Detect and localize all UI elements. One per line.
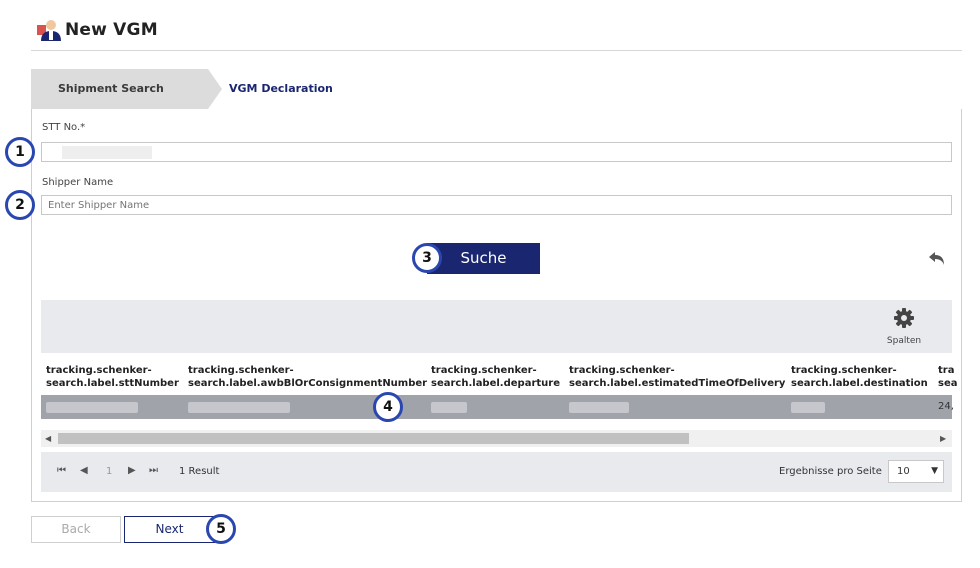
column-header-stt-number[interactable]: tracking.schenker- search.label.sttNumbe… [46, 364, 179, 390]
column-header-awb-bl[interactable]: tracking.schenker- search.label.awbBlOrC… [188, 364, 427, 390]
grid-toolbar: Spalten [41, 300, 952, 353]
horizontal-scrollbar[interactable]: ◀ ▶ [41, 430, 952, 447]
result-count: 1 Result [179, 466, 220, 477]
columns-label: Spalten [886, 336, 922, 346]
annotation-badge: 2 [5, 190, 35, 220]
page-title: New VGM [65, 20, 158, 40]
scroll-right-icon[interactable]: ▶ [940, 434, 946, 443]
annotation-badge: 1 [5, 137, 35, 167]
shipper-label: Shipper Name [42, 177, 114, 188]
cell-truncated-value: 24, [938, 401, 954, 412]
cell-redacted [569, 402, 629, 413]
cell-redacted [791, 402, 825, 413]
last-page-icon[interactable]: ⏭ [149, 465, 158, 476]
table-row[interactable]: 24, [41, 395, 954, 419]
column-header-eta[interactable]: tracking.schenker- search.label.estimate… [569, 364, 785, 390]
column-header-destination[interactable]: tracking.schenker- search.label.destinat… [791, 364, 928, 390]
tab-vgm-declaration[interactable]: VGM Declaration [229, 82, 333, 95]
reset-icon[interactable] [927, 249, 947, 267]
cell-redacted [431, 402, 467, 413]
person-icon [37, 20, 61, 41]
columns-button[interactable]: Spalten [884, 308, 924, 346]
prev-page-icon[interactable]: ◀ [80, 465, 88, 476]
first-page-icon[interactable]: ⏮ [57, 465, 66, 476]
tab-shipment-search[interactable]: Shipment Search [31, 69, 222, 109]
current-page[interactable]: 1 [106, 466, 112, 477]
cell-redacted [188, 402, 290, 413]
scrollbar-thumb[interactable] [58, 433, 689, 444]
page-size-label: Ergebnisse pro Seite [779, 466, 882, 477]
gear-icon [894, 308, 914, 328]
tab-shipment-search-label: Shipment Search [58, 82, 164, 95]
scroll-left-icon[interactable]: ◀ [45, 434, 51, 443]
shipper-name-input[interactable] [41, 195, 952, 215]
chevron-down-icon: ▼ [931, 466, 938, 476]
next-page-icon[interactable]: ▶ [128, 465, 136, 476]
cell-redacted [46, 402, 138, 413]
column-header-departure[interactable]: tracking.schenker- search.label.departur… [431, 364, 560, 390]
back-button[interactable]: Back [31, 516, 121, 543]
stt-input[interactable] [41, 142, 952, 162]
annotation-badge: 4 [373, 392, 403, 422]
column-header-truncated[interactable]: tra sea [938, 364, 957, 390]
stt-value-redacted [62, 146, 152, 159]
stt-label: STT No.* [42, 122, 86, 133]
page-header: New VGM [31, 0, 962, 51]
pager: ⏮ ◀ 1 ▶ ⏭ 1 Result Ergebnisse pro Seite … [41, 452, 952, 492]
annotation-badge: 5 [206, 514, 236, 544]
page-size-select[interactable]: 10 ▼ [888, 460, 944, 483]
wizard-tabs: Shipment Search VGM Declaration [31, 69, 962, 109]
next-button[interactable]: Next [124, 516, 215, 543]
search-button[interactable]: Suche [427, 243, 540, 274]
annotation-badge: 3 [412, 243, 442, 273]
